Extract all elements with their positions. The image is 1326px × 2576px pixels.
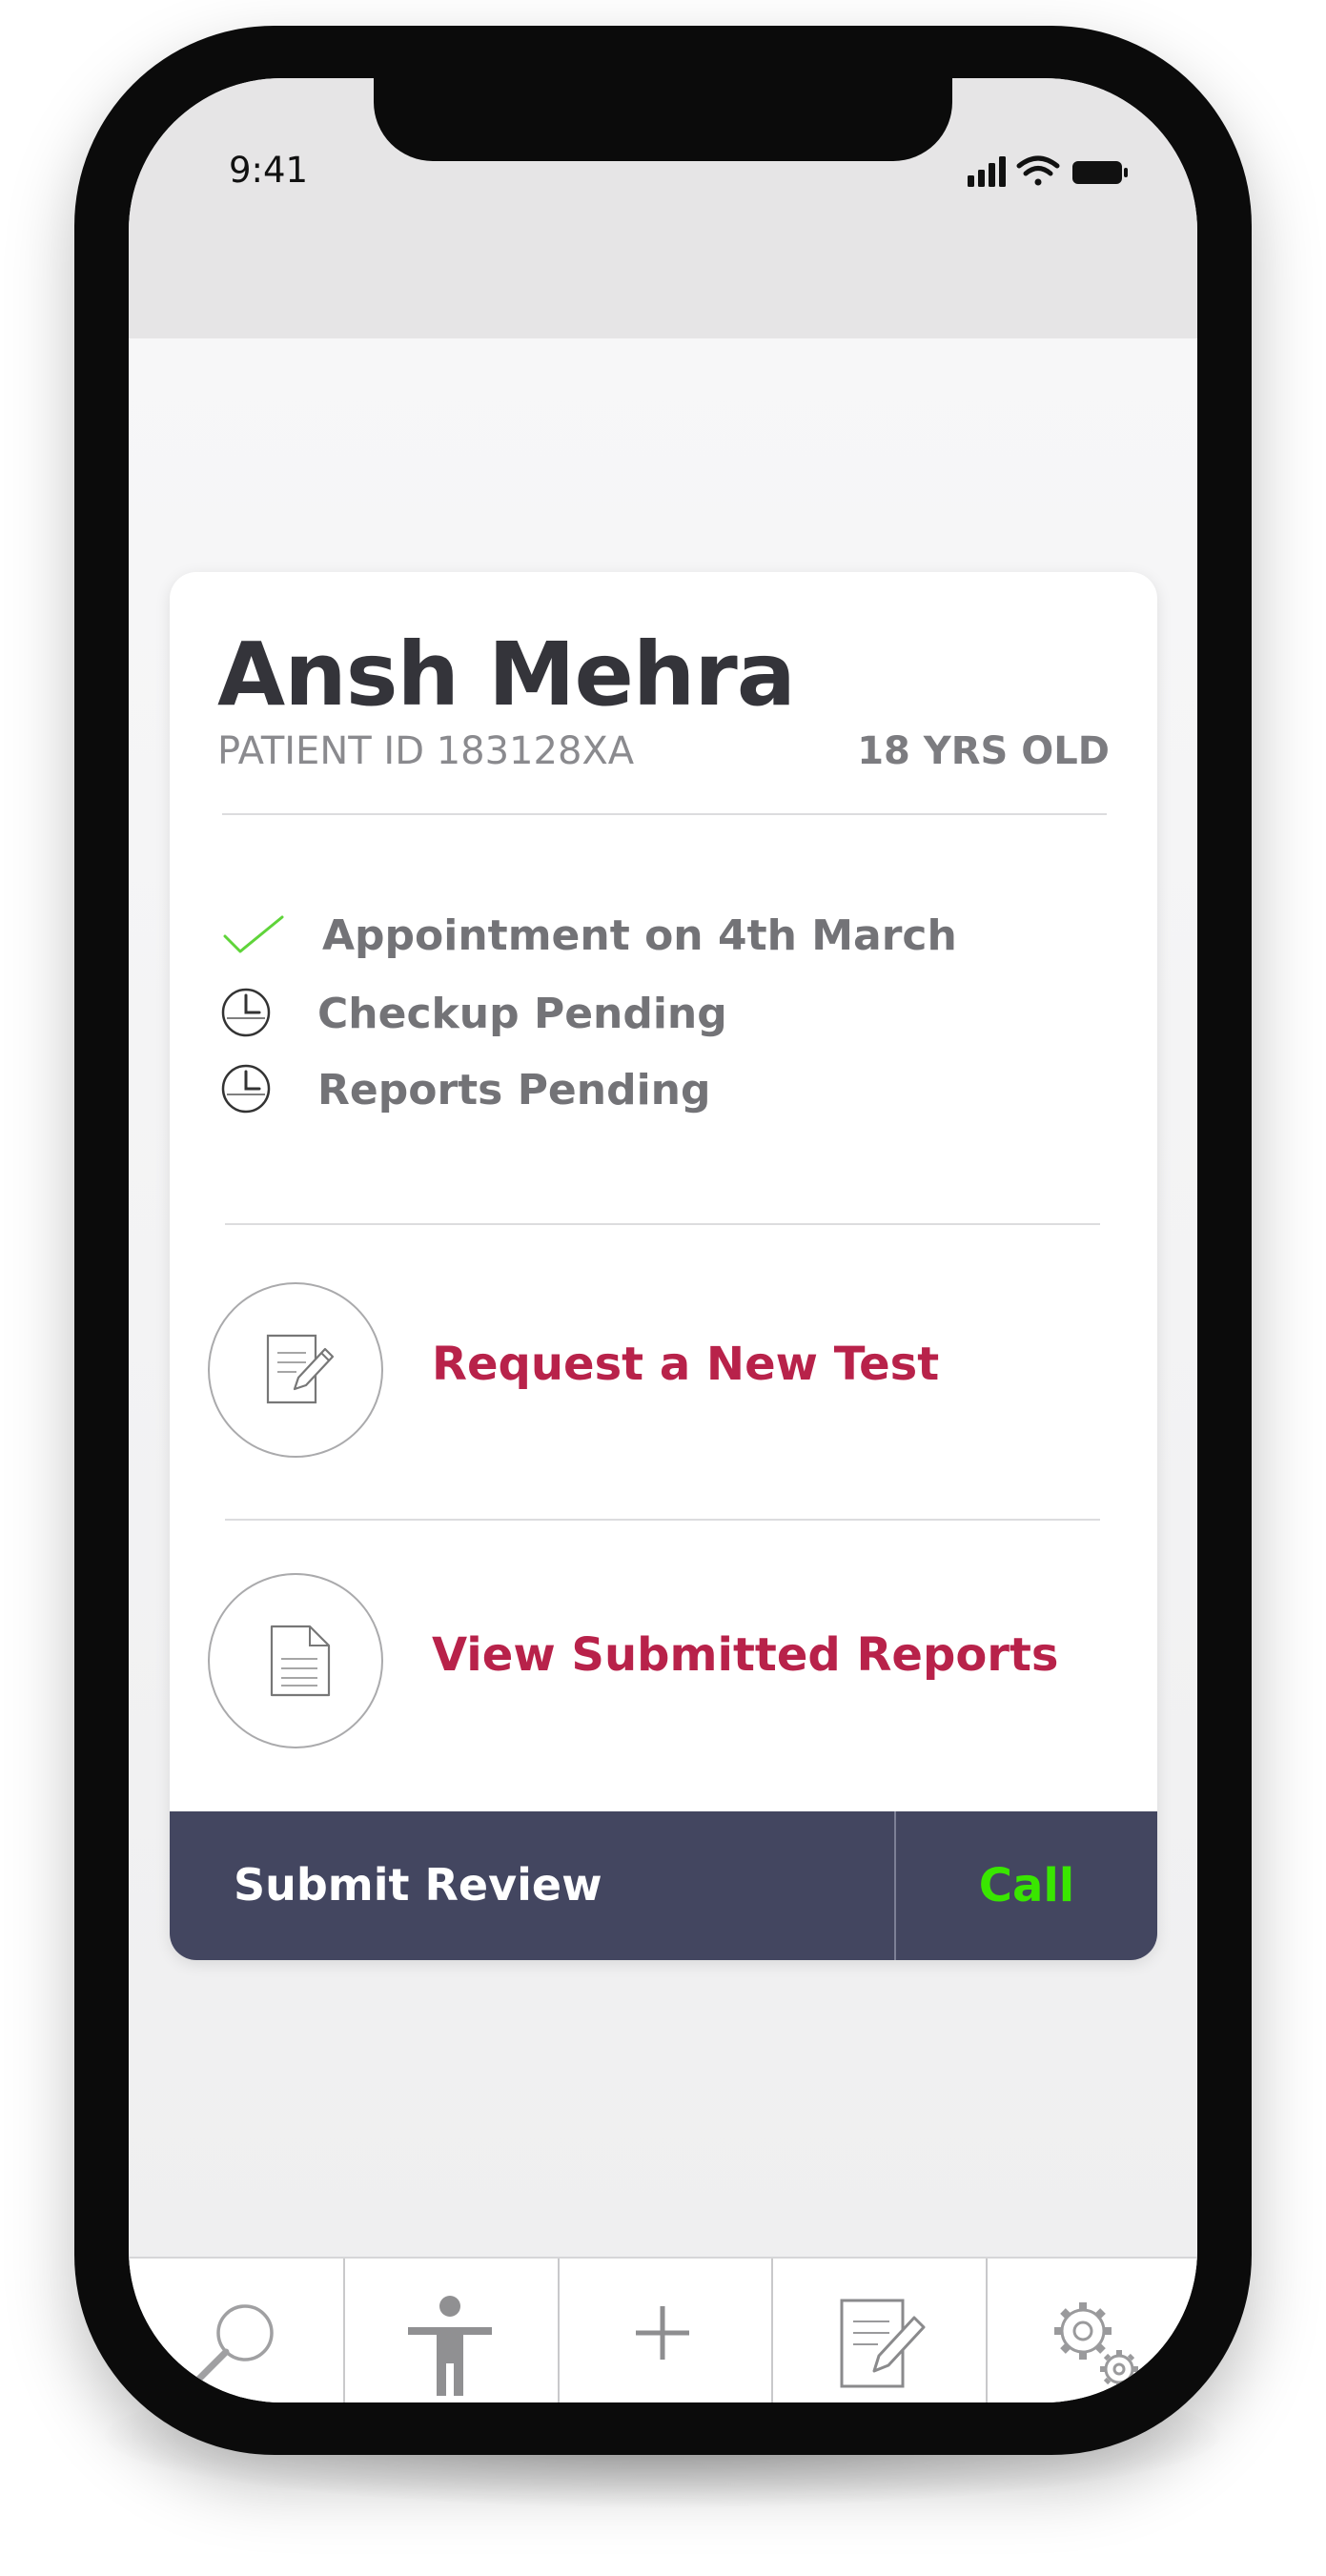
submit-review-button[interactable]: Submit Review	[170, 1811, 894, 1960]
action-label: Request a New Test	[432, 1338, 940, 1391]
clock-icon	[221, 988, 271, 1037]
action-label: View Submitted Reports	[432, 1628, 1059, 1682]
status-time: 9:41	[229, 150, 309, 191]
status-reports: Reports Pending	[217, 1060, 1075, 1117]
status-label: Reports Pending	[317, 1066, 711, 1114]
person-icon	[408, 2296, 492, 2396]
checkmark-icon	[223, 915, 284, 953]
patient-age: 18 YRS OLD	[857, 729, 1110, 773]
status-icons	[968, 155, 1128, 187]
plus-icon	[636, 2306, 689, 2360]
view-submitted-reports-button[interactable]: View Submitted Reports	[208, 1573, 1123, 1754]
call-label: Call	[978, 1859, 1075, 1912]
phone-notch	[374, 78, 952, 161]
edit-document-icon	[266, 1334, 335, 1404]
phone-frame: 9:41 Ansh Mehra PATIENT ID 183128XA 18 Y…	[74, 26, 1252, 2455]
patient-name: Ansh Mehra	[217, 624, 796, 726]
header-divider	[222, 813, 1107, 815]
status-label: Appointment on 4th March	[322, 911, 957, 960]
status-checkup: Checkup Pending	[217, 984, 1075, 1041]
edit-document-icon	[840, 2299, 926, 2388]
tab-notes[interactable]	[773, 2259, 986, 2402]
phone-screen: 9:41 Ansh Mehra PATIENT ID 183128XA 18 Y…	[129, 78, 1197, 2402]
tab-patient[interactable]	[345, 2259, 558, 2402]
action-divider	[225, 1519, 1100, 1521]
request-new-test-button[interactable]: Request a New Test	[208, 1282, 1123, 1463]
call-button[interactable]: Call	[896, 1811, 1157, 1960]
settings-gears-icon	[1054, 2302, 1138, 2388]
tab-bar	[129, 2257, 1197, 2402]
status-appointment: Appointment on 4th March	[217, 906, 1075, 963]
document-icon	[270, 1625, 331, 1697]
tab-search[interactable]	[129, 2259, 343, 2402]
patient-card: Ansh Mehra PATIENT ID 183128XA 18 YRS OL…	[170, 572, 1157, 1960]
clock-icon	[221, 1064, 271, 1114]
card-footer: Submit Review Call	[170, 1811, 1157, 1960]
tab-settings[interactable]	[988, 2259, 1197, 2402]
signal-icon	[968, 156, 1006, 187]
tab-add[interactable]	[560, 2259, 771, 2402]
action-icon-circle	[208, 1282, 383, 1458]
status-divider	[225, 1223, 1100, 1225]
submit-review-label: Submit Review	[234, 1859, 602, 1911]
search-icon	[194, 2304, 274, 2384]
battery-icon	[1072, 161, 1128, 184]
action-icon-circle	[208, 1573, 383, 1748]
status-label: Checkup Pending	[317, 990, 727, 1038]
patient-id: PATIENT ID 183128XA	[217, 729, 635, 773]
wifi-icon	[1016, 155, 1060, 186]
